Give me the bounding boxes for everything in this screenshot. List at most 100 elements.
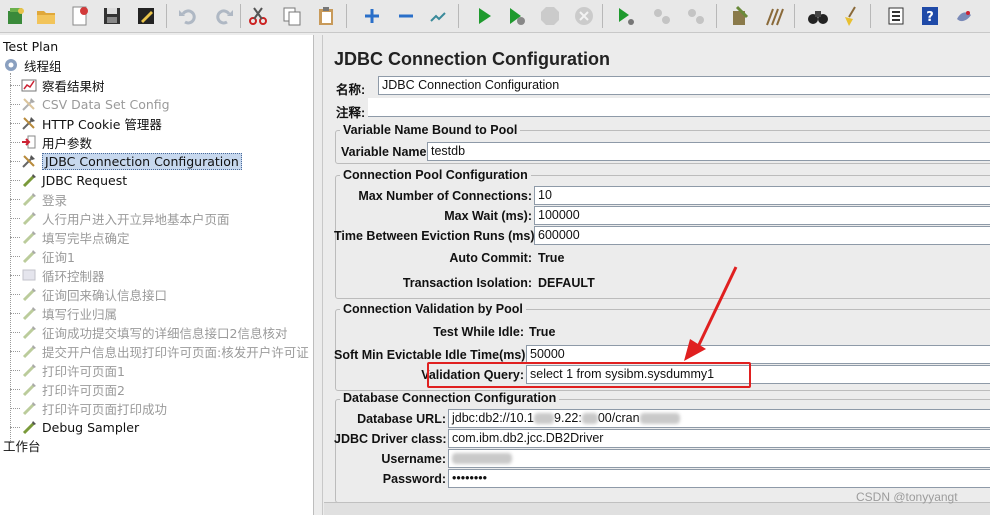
- help-icon[interactable]: ?: [916, 2, 944, 30]
- tree-connector-line: [10, 73, 11, 443]
- tree-item-label: 提交开户信息出现打印许可页面:核发开户许可证: [42, 344, 309, 360]
- save-icon[interactable]: [98, 2, 126, 30]
- redacted-mask: [639, 413, 680, 425]
- paste-icon[interactable]: [312, 2, 340, 30]
- max-connections-label: Max Number of Connections:: [358, 189, 532, 203]
- tree-item[interactable]: 登录: [20, 190, 67, 208]
- validation-title: Connection Validation by Pool: [340, 302, 526, 316]
- remote-start-icon[interactable]: [612, 2, 640, 30]
- max-wait-label: Max Wait (ms):: [444, 209, 532, 223]
- tree-item[interactable]: Debug Sampler: [20, 418, 139, 436]
- tree-item[interactable]: 征询回来确认信息接口: [20, 285, 167, 303]
- clear-icon[interactable]: [726, 2, 754, 30]
- tree-item[interactable]: 提交开户信息出现打印许可页面:核发开户许可证: [20, 342, 309, 360]
- tree-connector: [10, 218, 20, 219]
- sampler-icon: [20, 381, 38, 397]
- start-icon[interactable]: [470, 2, 498, 30]
- eviction-runs-label: Time Between Eviction Runs (ms):: [334, 229, 539, 243]
- clear-all-icon[interactable]: [760, 2, 788, 30]
- tree-connector: [10, 370, 20, 371]
- tree-item-label: JDBC Connection Configuration: [42, 152, 242, 170]
- name-field[interactable]: JDBC Connection Configuration: [378, 76, 990, 95]
- variable-name-field[interactable]: testdb: [427, 142, 990, 161]
- tree-item-label: 打印许可页面1: [42, 363, 125, 379]
- tree-item[interactable]: 打印许可页面1: [20, 361, 125, 379]
- start-no-pause-icon[interactable]: [502, 2, 530, 30]
- tree-item-label: 填写完毕点确定: [42, 230, 130, 246]
- sampler-icon: [20, 400, 38, 416]
- tree-item[interactable]: 征询成功提交填写的详细信息接口2信息核对: [20, 323, 287, 341]
- collapse-icon[interactable]: [392, 2, 420, 30]
- remote-stop-icon[interactable]: [648, 2, 676, 30]
- logger-icon[interactable]: [950, 2, 978, 30]
- tree-item-label: HTTP Cookie 管理器: [42, 116, 162, 132]
- tree-item[interactable]: 用户参数: [20, 133, 92, 151]
- tree-item[interactable]: 打印许可页面打印成功: [20, 399, 167, 417]
- password-field[interactable]: ••••••••: [448, 469, 990, 488]
- tree-root-test-plan[interactable]: Test Plan: [3, 37, 58, 55]
- tree-item[interactable]: 打印许可页面2: [20, 380, 125, 398]
- variable-name-label: Variable Name:: [341, 145, 431, 159]
- auto-commit-select[interactable]: True: [538, 251, 564, 265]
- max-wait-field[interactable]: 100000: [534, 206, 990, 225]
- transaction-isolation-select[interactable]: DEFAULT: [538, 276, 595, 290]
- tree-item-label: Debug Sampler: [42, 419, 140, 435]
- redacted-mask: [452, 453, 512, 465]
- sampler-icon: [20, 324, 38, 340]
- open-folder-icon[interactable]: [32, 2, 60, 30]
- tree-connector: [10, 199, 20, 200]
- tree-item[interactable]: JDBC Request: [20, 171, 127, 189]
- tree-item[interactable]: 察看结果树: [20, 76, 105, 94]
- driver-class-field[interactable]: com.ibm.db2.jcc.DB2Driver: [448, 429, 990, 448]
- tree-item[interactable]: 人行用户进入开立异地基本户页面: [20, 209, 230, 227]
- tree-thread-group[interactable]: 线程组: [2, 56, 62, 74]
- stop-icon[interactable]: [536, 2, 564, 30]
- close-document-icon[interactable]: [66, 2, 94, 30]
- sampler-icon: [20, 286, 38, 302]
- tree-workbench[interactable]: 工作台: [3, 436, 41, 454]
- tree-item[interactable]: 填写完毕点确定: [20, 228, 130, 246]
- toggle-icon[interactable]: [424, 2, 452, 30]
- remote-shutdown-icon[interactable]: [682, 2, 710, 30]
- redo-icon[interactable]: [210, 2, 238, 30]
- watermark: CSDN @tonyyangt: [856, 490, 958, 504]
- tree-item-label: 打印许可页面2: [42, 382, 125, 398]
- tree-item[interactable]: CSV Data Set Config: [20, 95, 170, 113]
- eviction-runs-field[interactable]: 600000: [534, 226, 990, 245]
- test-while-idle-select[interactable]: True: [529, 325, 555, 339]
- tree-connector: [10, 85, 20, 86]
- tree-item[interactable]: 循环控制器: [20, 266, 105, 284]
- max-connections-field[interactable]: 10: [534, 186, 990, 205]
- cut-icon[interactable]: [244, 2, 272, 30]
- tree-item[interactable]: JDBC Connection Configuration: [20, 152, 242, 170]
- tree-item[interactable]: 填写行业归属: [20, 304, 117, 322]
- preprocessor-icon: [20, 134, 38, 150]
- sampler-icon: [20, 191, 38, 207]
- save-screenshot-icon[interactable]: [132, 2, 160, 30]
- new-template-icon[interactable]: [2, 2, 30, 30]
- undo-icon[interactable]: [174, 2, 202, 30]
- tree-connector: [10, 180, 20, 181]
- tree-item[interactable]: 征询1: [20, 247, 75, 265]
- tree-connector: [10, 313, 20, 314]
- pane-splitter[interactable]: [314, 35, 323, 515]
- pool-config-title: Connection Pool Configuration: [340, 168, 531, 182]
- database-url-field[interactable]: jdbc:db2://10.1 9.22: 00/cran: [448, 409, 990, 428]
- name-label: 名称:: [336, 83, 366, 97]
- search-binoculars-icon[interactable]: [804, 2, 832, 30]
- expand-icon[interactable]: [358, 2, 386, 30]
- soft-min-idle-label: Soft Min Evictable Idle Time(ms):: [334, 348, 530, 362]
- copy-icon[interactable]: [278, 2, 306, 30]
- tree-item[interactable]: HTTP Cookie 管理器: [20, 114, 162, 132]
- tree-item-label: 用户参数: [42, 135, 93, 151]
- shutdown-icon[interactable]: [570, 2, 598, 30]
- username-field[interactable]: [448, 449, 990, 468]
- tree-connector: [10, 142, 20, 143]
- reset-search-broom-icon[interactable]: [838, 2, 866, 30]
- test-plan-tree: Test Plan 线程组 察看结果树 CSV Data Set Config HT…: [0, 35, 314, 515]
- redacted-mask: [534, 413, 555, 425]
- driver-class-label: JDBC Driver class:: [334, 432, 447, 446]
- database-title: Database Connection Configuration: [340, 391, 560, 405]
- comment-field[interactable]: [368, 98, 990, 117]
- function-helper-icon[interactable]: [882, 2, 910, 30]
